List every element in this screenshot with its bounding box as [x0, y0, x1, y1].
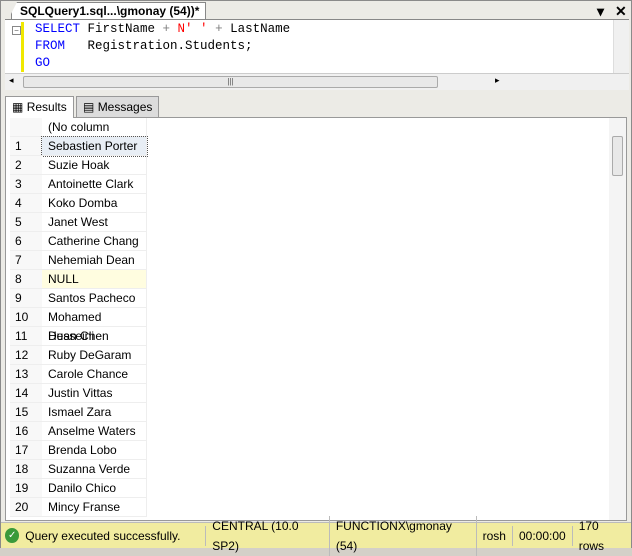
row-number[interactable]: 11 — [10, 327, 42, 346]
grid-icon: ▦ — [12, 100, 24, 114]
row-number[interactable]: 12 — [10, 346, 42, 365]
cell-value[interactable]: Catherine Chang — [42, 232, 147, 251]
cell-value[interactable]: Koko Domba — [42, 194, 147, 213]
table-row[interactable]: 16 Anselme Waters — [10, 422, 148, 441]
cell-value[interactable]: Danilo Chico — [42, 479, 147, 498]
editor-vertical-scrollbar[interactable] — [613, 20, 629, 74]
cell-value[interactable]: Brenda Lobo — [42, 441, 147, 460]
grid-vertical-scrollbar[interactable] — [609, 118, 626, 520]
cell-value[interactable]: Suzie Hoak — [42, 156, 147, 175]
table-row[interactable]: 17 Brenda Lobo — [10, 441, 148, 460]
scroll-thumb[interactable]: ||| — [23, 76, 438, 88]
cell-value[interactable]: Sebastien Porter — [41, 136, 148, 157]
row-number[interactable]: 14 — [10, 384, 42, 403]
status-rows: 170 rows — [578, 518, 605, 553]
status-database: rosh — [477, 525, 513, 546]
scroll-right-icon[interactable]: ▸ — [495, 75, 500, 86]
success-check-icon: ✓ — [5, 528, 20, 543]
table-row[interactable]: 8 NULL — [10, 270, 148, 289]
messages-icon: ▤ — [83, 100, 95, 114]
row-number[interactable]: 17 — [10, 441, 42, 460]
table-row[interactable]: 9 Santos Pacheco — [10, 289, 148, 308]
cell-value[interactable]: Justin Vittas — [42, 384, 147, 403]
table-row[interactable]: 19 Danilo Chico — [10, 479, 148, 498]
cell-value[interactable]: Ismael Zara — [42, 403, 147, 422]
grid-header: (No column name) — [10, 118, 148, 153]
table-row[interactable]: 14 Justin Vittas — [10, 384, 148, 403]
table-row[interactable]: 3 Antoinette Clark — [10, 175, 148, 194]
status-user: FUNCTIONX\gmonay (54) — [330, 515, 477, 556]
cell-value[interactable]: Mohamed Husseini — [42, 308, 147, 343]
tab-results[interactable]: ▦ Results — [5, 96, 74, 118]
row-number[interactable]: 6 — [10, 232, 42, 251]
row-number[interactable]: 1 — [10, 137, 42, 156]
table-row[interactable]: 15 Ismael Zara — [10, 403, 148, 422]
status-server: CENTRAL (10.0 SP2) — [206, 515, 330, 556]
row-number[interactable]: 18 — [10, 460, 42, 479]
cell-value[interactable]: Antoinette Clark — [42, 175, 147, 194]
cell-value[interactable]: NULL — [42, 270, 147, 289]
editor-horizontal-scrollbar[interactable]: ◂ ||| ▸ — [5, 73, 629, 90]
row-number[interactable]: 5 — [10, 213, 42, 232]
row-number[interactable]: 3 — [10, 175, 42, 194]
tab-messages[interactable]: ▤ Messages — [76, 96, 160, 117]
table-row[interactable]: 11 Dean Chen — [10, 327, 148, 346]
column-header[interactable]: (No column name) — [42, 118, 147, 153]
scroll-left-icon[interactable]: ◂ — [9, 75, 14, 86]
dropdown-icon[interactable]: ▾ — [597, 3, 604, 20]
change-marker — [21, 22, 24, 72]
cell-value[interactable]: Santos Pacheco — [42, 289, 147, 308]
table-row[interactable]: 10 Mohamed Husseini — [10, 308, 148, 343]
cell-value[interactable]: Nehemiah Dean — [42, 251, 147, 270]
row-number[interactable]: 4 — [10, 194, 42, 213]
status-message: Query executed successfully. — [19, 525, 207, 546]
cell-value[interactable]: Anselme Waters — [42, 422, 147, 441]
document-tab[interactable]: SQLQuery1.sql...\gmonay (54))* — [11, 2, 207, 20]
row-number[interactable]: 9 — [10, 289, 42, 308]
results-grid[interactable]: (No column name) 1Sebastien Porter2Suzie… — [5, 117, 627, 521]
cell-value[interactable]: Carole Chance — [42, 365, 147, 384]
table-row[interactable]: 18 Suzanna Verde — [10, 460, 148, 479]
status-bar: ✓ Query executed successfully. CENTRAL (… — [1, 515, 631, 556]
row-number[interactable]: 16 — [10, 422, 42, 441]
row-number[interactable]: 20 — [10, 498, 42, 517]
code-line-2: FROM Registration.Students; — [35, 39, 253, 53]
table-row[interactable]: 12 Ruby DeGaram — [10, 346, 148, 365]
status-time: 00:00:00 — [513, 525, 573, 546]
row-number[interactable]: 7 — [10, 251, 42, 270]
query-window: SQLQuery1.sql...\gmonay (54))* ▾ ✕ − SEL… — [0, 0, 632, 556]
row-number[interactable]: 19 — [10, 479, 42, 498]
table-row[interactable]: 20 Mincy Franse — [10, 498, 148, 517]
code-line-3: GO — [35, 56, 51, 70]
row-number[interactable]: 13 — [10, 365, 42, 384]
cell-value[interactable]: Dean Chen — [42, 327, 147, 346]
cell-value[interactable]: Janet West — [42, 213, 147, 232]
sql-editor[interactable]: − SELECT FirstName + N' ' + LastName FRO… — [5, 19, 629, 74]
cell-value[interactable]: Ruby DeGaram — [42, 346, 147, 365]
table-row[interactable]: 5 Janet West — [10, 213, 148, 232]
collapse-icon[interactable]: − — [12, 26, 21, 35]
table-row[interactable]: 4 Koko Domba — [10, 194, 148, 213]
row-number[interactable]: 2 — [10, 156, 42, 175]
table-row[interactable]: 2 Suzie Hoak — [10, 156, 148, 175]
table-row[interactable]: 6 Catherine Chang — [10, 232, 148, 251]
row-number[interactable]: 8 — [10, 270, 42, 289]
table-row[interactable]: 1 Sebastien Porter — [10, 136, 148, 157]
close-icon[interactable]: ✕ — [615, 3, 627, 20]
row-number[interactable]: 10 — [10, 308, 42, 327]
row-number[interactable]: 15 — [10, 403, 42, 422]
grid-scroll-thumb[interactable] — [612, 136, 623, 176]
cell-value[interactable]: Mincy Franse — [42, 498, 147, 517]
cell-value[interactable]: Suzanna Verde — [42, 460, 147, 479]
code-line-1: SELECT FirstName + N' ' + LastName — [35, 22, 291, 36]
table-row[interactable]: 7 Nehemiah Dean — [10, 251, 148, 270]
table-row[interactable]: 13 Carole Chance — [10, 365, 148, 384]
